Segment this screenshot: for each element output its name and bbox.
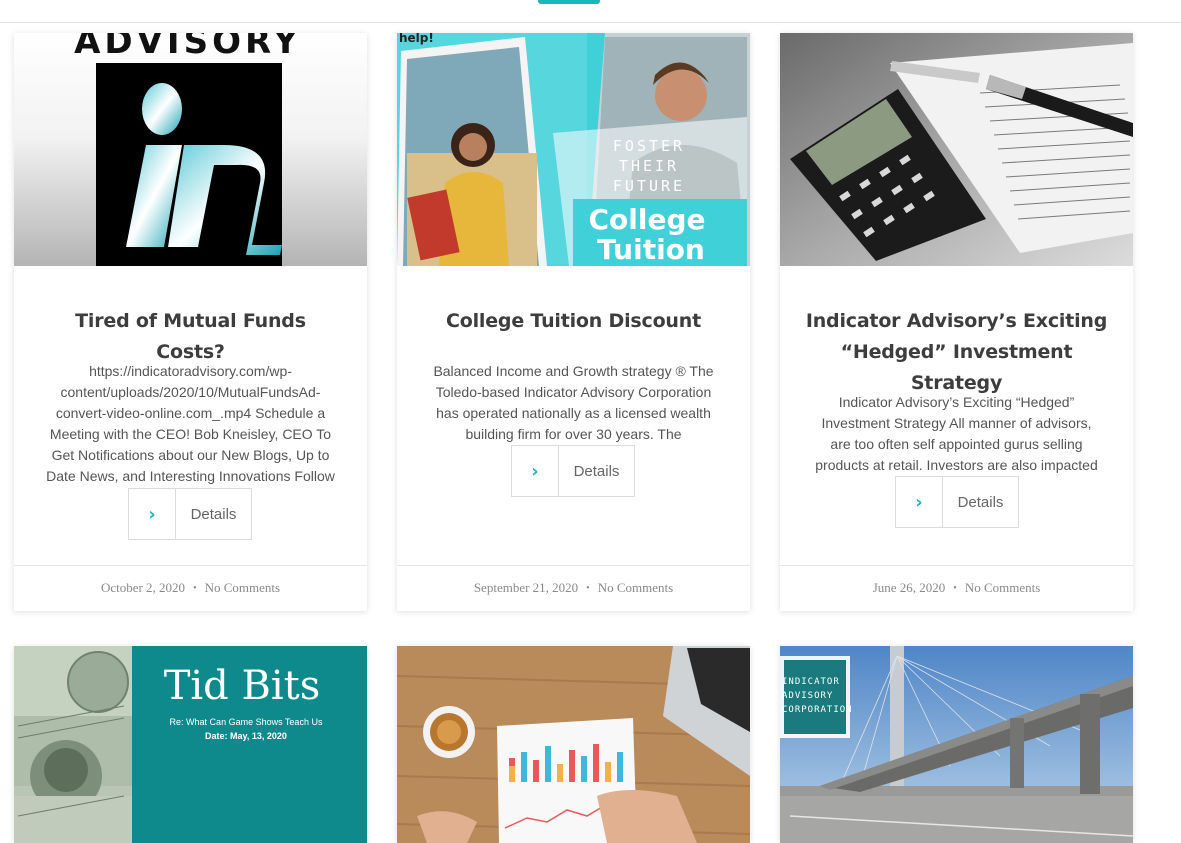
post-title[interactable]: Indicator Advisory’s Exciting “Hedged” I…	[804, 306, 1109, 399]
post-thumbnail[interactable]: INDICATOR ADVISORY CORPORATION	[780, 646, 1133, 843]
image-text: Re: What Can Game Shows Teach Us	[170, 717, 323, 727]
tid-bits-image: Tid Bits Re: What Can Game Shows Teach U…	[14, 646, 367, 843]
post-thumbnail[interactable]: ADVISORY	[14, 33, 367, 266]
image-text: help!	[399, 33, 434, 45]
image-text: Tid Bits	[164, 663, 321, 709]
details-button[interactable]: › Details	[895, 476, 1019, 528]
post-thumbnail[interactable]: help! FOSTER THEIR FUTURE College Tuitio…	[397, 33, 750, 266]
image-text: FUTURE	[613, 177, 685, 195]
calculator-image	[780, 33, 1133, 266]
image-text: Tuition	[597, 233, 705, 266]
post-excerpt: https://indicatoradvisory.com/wp-content…	[46, 363, 335, 484]
post-meta: June 26, 2020 • No Comments	[780, 565, 1133, 610]
details-button[interactable]: › Details	[128, 488, 252, 540]
post-card: INDICATOR ADVISORY CORPORATION	[780, 646, 1133, 843]
details-label: Details	[957, 493, 1004, 511]
chevron-right-icon: ›	[512, 446, 559, 496]
image-text: INDICATOR	[782, 677, 840, 687]
meta-separator: •	[586, 582, 590, 594]
image-text: College	[588, 203, 705, 236]
logo-text: ADVISORY	[74, 33, 302, 62]
post-date: September 21, 2020	[473, 580, 579, 595]
post-card: ADVISORY Tired of Mutual Funds Costs? ht…	[14, 33, 367, 611]
post-thumbnail[interactable]	[397, 646, 750, 843]
post-thumbnail[interactable]: Tid Bits Re: What Can Game Shows Teach U…	[14, 646, 367, 843]
post-thumbnail[interactable]	[780, 33, 1133, 266]
image-text: CORPORATION	[782, 705, 853, 715]
meta-separator: •	[953, 582, 957, 594]
post-card	[397, 646, 750, 843]
post-comments-link[interactable]: No Comments	[598, 580, 673, 596]
image-text: THEIR	[619, 157, 679, 175]
active-nav-indicator	[538, 0, 600, 4]
bridge-image: INDICATOR ADVISORY CORPORATION	[780, 646, 1133, 843]
post-meta: October 2, 2020 • No Comments	[14, 565, 367, 610]
post-comments-link[interactable]: No Comments	[965, 580, 1040, 596]
details-label: Details	[573, 462, 620, 480]
meta-separator: •	[193, 582, 197, 594]
top-nav-bar	[0, 0, 1181, 23]
details-label: Details	[190, 505, 237, 523]
college-tuition-image: help! FOSTER THEIR FUTURE College Tuitio…	[397, 33, 750, 266]
charts-coffee-image	[397, 646, 750, 843]
post-date: October 2, 2020	[100, 580, 186, 595]
chevron-right-icon: ›	[129, 489, 176, 539]
post-meta: September 21, 2020 • No Comments	[397, 565, 750, 610]
details-button[interactable]: › Details	[511, 445, 635, 497]
image-text: Date: May, 13, 2020	[205, 731, 287, 741]
post-title[interactable]: Tired of Mutual Funds Costs?	[38, 306, 343, 368]
post-excerpt: Indicator Advisory’s Exciting “Hedged” I…	[815, 394, 1098, 473]
post-card: help! FOSTER THEIR FUTURE College Tuitio…	[397, 33, 750, 611]
post-excerpt: Balanced Income and Growth strategy ® Th…	[433, 363, 714, 442]
post-date: June 26, 2020	[872, 580, 946, 595]
image-text: ADVISORY	[782, 691, 833, 701]
post-card: Indicator Advisory’s Exciting “Hedged” I…	[780, 33, 1133, 611]
post-comments-link[interactable]: No Comments	[205, 580, 280, 596]
chevron-right-icon: ›	[896, 477, 943, 527]
image-text: FOSTER	[613, 137, 685, 155]
post-title[interactable]: College Tuition Discount	[421, 306, 726, 337]
advisory-logo-image: ADVISORY	[14, 33, 367, 266]
post-card: Tid Bits Re: What Can Game Shows Teach U…	[14, 646, 367, 843]
